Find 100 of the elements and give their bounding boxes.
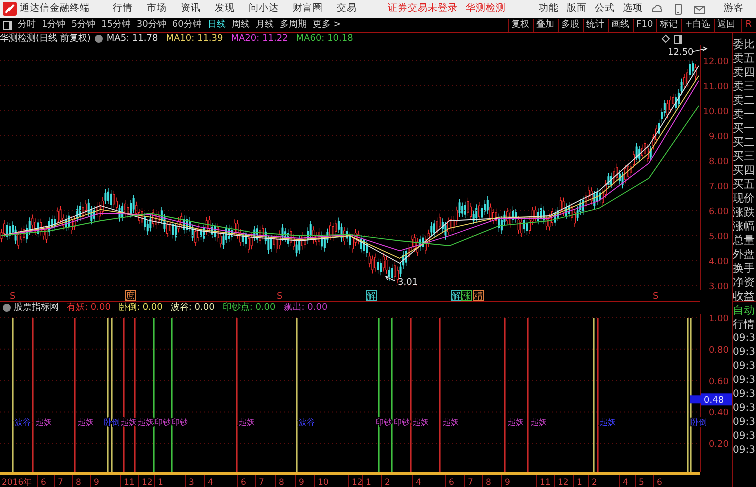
- axis-tick: [314, 474, 316, 487]
- axis-label: 8.00: [708, 158, 729, 168]
- period-tab[interactable]: 更多 >: [310, 18, 344, 32]
- quote-field-label: 卖四: [733, 66, 756, 80]
- indicator-value: 卧倒: 0.00: [118, 302, 163, 314]
- signal-label: 起妖: [78, 418, 94, 427]
- envelope-icon[interactable]: [694, 4, 705, 14]
- menu-item[interactable]: 发现: [208, 0, 242, 18]
- user-name[interactable]: 游客: [710, 2, 756, 16]
- axis-label: 4.00: [708, 258, 729, 268]
- axis-label: 12.00: [703, 58, 729, 68]
- period-tab[interactable]: 周线: [228, 18, 253, 32]
- axis-label: 6: [241, 478, 246, 487]
- period-tab[interactable]: 5分钟: [68, 18, 98, 32]
- period-tab[interactable]: 30分钟: [134, 18, 170, 32]
- leader-line: [692, 46, 708, 52]
- axis-label: 7.00: [708, 182, 729, 192]
- quote-field-label: 买三: [733, 150, 756, 164]
- period-tab[interactable]: 多周期: [276, 18, 310, 32]
- trade-time: 09:3: [733, 388, 756, 402]
- current-value-tag: 0.48: [701, 394, 732, 406]
- quote-field-label: 卖三: [733, 80, 756, 94]
- cloud-icon[interactable]: [652, 4, 663, 14]
- axis-label: 10.00: [703, 108, 729, 118]
- toolbar-button[interactable]: 多股: [558, 18, 583, 32]
- menu-item[interactable]: 交易: [330, 0, 364, 18]
- axis-label: 1: [158, 478, 164, 487]
- quote-field-label: 现价: [733, 192, 756, 206]
- axis-tick: [362, 474, 364, 487]
- quote-field-label: 外盘: [733, 248, 756, 262]
- signal-label: 起妖: [413, 418, 429, 427]
- menu-item[interactable]: 财富圈: [286, 0, 330, 18]
- menu-item[interactable]: 市场: [140, 0, 174, 18]
- menu-item[interactable]: 功能: [535, 2, 563, 16]
- axis-label: 11: [124, 478, 135, 487]
- toolbar-button[interactable]: 统计: [582, 18, 608, 32]
- trade-time: 09:3: [733, 402, 756, 416]
- axis-label: 4: [623, 478, 628, 487]
- axis-label: 6: [41, 478, 46, 487]
- axis-label: 4: [208, 478, 214, 487]
- menu-item[interactable]: 行情: [106, 0, 140, 18]
- indicator-value: 波谷: 0.00: [170, 302, 215, 314]
- period-tab[interactable]: 15分钟: [98, 18, 134, 32]
- signal-label: 印钞: [394, 418, 410, 427]
- quote-mode-label[interactable]: 行情: [733, 318, 756, 332]
- settings-icon[interactable]: [94, 35, 103, 43]
- low-price-label: 3.01: [398, 278, 418, 288]
- axis-label: 9.00: [708, 132, 729, 142]
- quote-field-label: 涨跌: [733, 206, 756, 220]
- menu-item[interactable]: 问小达: [242, 0, 286, 18]
- moving-average-value: MA5: 11.78: [106, 33, 158, 45]
- toolbar-button[interactable]: 画线: [608, 18, 633, 32]
- toolbar-button[interactable]: 标记: [656, 18, 682, 32]
- axis-tick: [154, 474, 156, 487]
- period-tab[interactable]: 月线: [252, 18, 277, 32]
- axis-label: 0.80: [708, 346, 729, 356]
- axis-tick: [536, 474, 538, 487]
- axis-label: 0.60: [708, 377, 729, 388]
- period-tab[interactable]: 1分钟: [39, 18, 69, 32]
- axis-label: 1: [577, 478, 582, 487]
- toolbar-button[interactable]: 复权: [508, 18, 533, 32]
- moving-average-value: MA10: 11.39: [166, 33, 224, 45]
- axis-tick: [90, 474, 92, 487]
- axis-label: 6.00: [708, 208, 729, 218]
- toolbar-button[interactable]: 返回: [714, 18, 739, 32]
- trade-time: 09:3: [733, 416, 756, 430]
- axis-tick: [554, 474, 556, 487]
- quote-field-label: 卖五: [733, 52, 756, 66]
- panel-toggle-icon[interactable]: [3, 20, 12, 30]
- axis-tick: [204, 474, 206, 487]
- menu-item[interactable]: 版面: [563, 2, 591, 16]
- axis-label: 5.00: [708, 232, 729, 242]
- indicator-value: 有妖: 0.00: [67, 302, 111, 314]
- signal-marker: S: [653, 292, 659, 302]
- period-tab[interactable]: 60分钟: [169, 18, 205, 32]
- quote-field-label: 买四: [733, 164, 756, 178]
- axis-tick: [588, 474, 590, 487]
- phone-icon[interactable]: [673, 4, 684, 14]
- quote-field-label: 买一: [733, 122, 756, 136]
- menu-item[interactable]: 资讯: [174, 0, 208, 18]
- indicator-value: 印钞点: 0.00: [222, 302, 276, 314]
- axis-label: 6: [449, 478, 454, 487]
- menu-item[interactable]: 公式: [591, 2, 619, 16]
- period-tab[interactable]: 分时: [15, 18, 39, 32]
- toolbar-button[interactable]: F10: [632, 18, 656, 32]
- toolbar-button[interactable]: +自选: [681, 18, 714, 32]
- signal-marker: 庶: [125, 290, 136, 302]
- value-pointer-icon: [690, 396, 701, 404]
- quote-field-label: 总量: [733, 234, 756, 248]
- axis-tick: [138, 474, 140, 487]
- signal-marker: 精: [473, 290, 484, 302]
- toolbar-button[interactable]: 叠加: [532, 18, 558, 32]
- menu-item[interactable]: 选项: [619, 2, 647, 16]
- panel-icon[interactable]: [674, 34, 682, 44]
- trade-time: 09:3: [733, 374, 756, 388]
- axis-tick: [348, 474, 350, 487]
- axis-label: 6: [657, 478, 662, 487]
- settings-icon[interactable]: [3, 304, 11, 312]
- period-tab[interactable]: 日线: [204, 18, 229, 32]
- quote-mode-label[interactable]: 自动: [733, 304, 756, 318]
